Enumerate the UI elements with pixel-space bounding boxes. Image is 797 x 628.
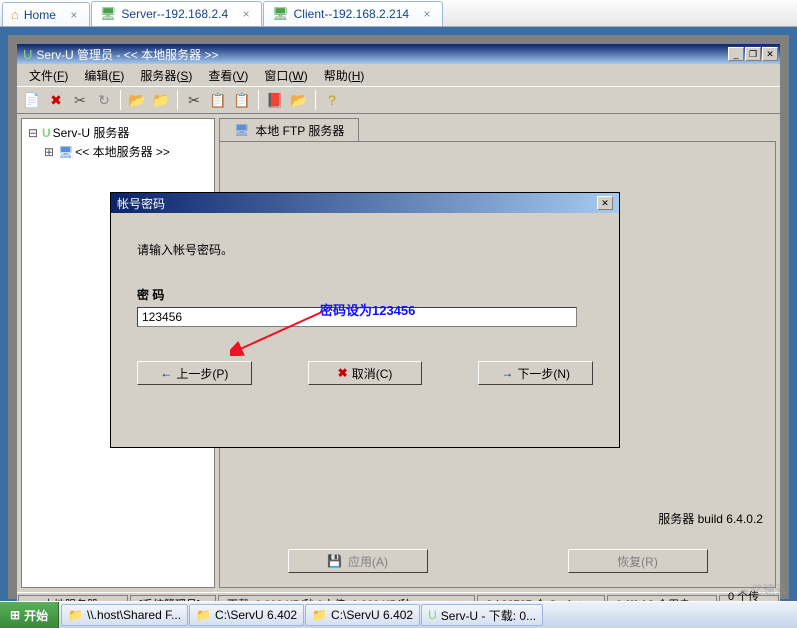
tab-label: Server--192.168.2.4 bbox=[121, 7, 228, 21]
collapse-icon[interactable]: ⊟ bbox=[26, 126, 40, 140]
monitor-icon: 🖥 bbox=[234, 123, 249, 137]
next-button[interactable]: → 下一步(N) bbox=[478, 361, 593, 385]
taskbar-item[interactable]: UServ-U - 下载: 0... bbox=[421, 604, 543, 626]
taskbar-item[interactable]: 📁C:\ServU 6.402 bbox=[305, 604, 420, 626]
tool-copy-icon[interactable]: 📋 bbox=[207, 89, 229, 111]
tree-child-label: << 本地服务器 >> bbox=[75, 143, 170, 160]
close-button[interactable]: ✕ bbox=[762, 47, 778, 61]
tool-delete-icon[interactable]: ✖ bbox=[45, 89, 67, 111]
dialog-titlebar: 帐号密码 ✕ bbox=[111, 193, 619, 213]
build-label: 服务器 build 6.4.0.2 bbox=[658, 510, 763, 527]
close-icon[interactable]: × bbox=[241, 7, 251, 21]
folder-icon: 📁 bbox=[312, 608, 327, 622]
arrow-left-icon: ← bbox=[160, 366, 172, 380]
monitor-icon: 🖥 bbox=[100, 6, 117, 22]
window-buttons: _ ❐ ✕ bbox=[728, 47, 778, 61]
taskbar-item[interactable]: 📁\\.host\Shared F... bbox=[61, 604, 188, 626]
menu-edit[interactable]: 编辑(E) bbox=[76, 65, 132, 86]
menu-bar: 文件(F) 编辑(E) 服务器(S) 查看(V) 窗口(W) 帮助(H) bbox=[17, 64, 780, 86]
prev-label: 上一步(P) bbox=[176, 365, 228, 382]
next-label: 下一步(N) bbox=[517, 365, 570, 382]
dialog-prompt: 请输入帐号密码。 bbox=[137, 241, 593, 258]
folder-icon: 📁 bbox=[68, 608, 83, 622]
separator bbox=[315, 90, 316, 110]
separator bbox=[258, 90, 259, 110]
separator bbox=[120, 90, 121, 110]
tool-folder-up-icon[interactable]: 📂 bbox=[126, 89, 148, 111]
u-icon: U bbox=[428, 608, 437, 622]
tool-refresh-icon[interactable]: ↻ bbox=[93, 89, 115, 111]
separator bbox=[177, 90, 178, 110]
content-buttons: 💾 应用(A) 恢复(R) bbox=[220, 549, 775, 573]
app-icon: U bbox=[23, 47, 32, 62]
close-icon[interactable]: × bbox=[422, 7, 432, 21]
x-icon: ✖ bbox=[338, 366, 348, 380]
taskbar-item[interactable]: 📁C:\ServU 6.402 bbox=[189, 604, 304, 626]
restore-button[interactable]: 恢复(R) bbox=[568, 549, 708, 573]
menu-file[interactable]: 文件(F) bbox=[21, 65, 76, 86]
menu-server[interactable]: 服务器(S) bbox=[132, 65, 200, 86]
right-tabs: 🖥 本地 FTP 服务器 bbox=[219, 118, 776, 142]
dialog-buttons: ← 上一步(P) ✖ 取消(C) → 下一步(N) bbox=[137, 361, 593, 385]
annotation-arrow bbox=[230, 310, 330, 356]
dialog-close-button[interactable]: ✕ bbox=[597, 196, 613, 210]
tab-ftp-label: 本地 FTP 服务器 bbox=[255, 122, 344, 139]
tree-child[interactable]: ⊞ 🖥 << 本地服务器 >> bbox=[26, 142, 210, 161]
expand-icon[interactable]: ⊞ bbox=[42, 145, 56, 159]
tool-scissors-icon[interactable]: ✂ bbox=[183, 89, 205, 111]
restore-label: 恢复(R) bbox=[617, 553, 658, 570]
tool-help-icon[interactable]: ? bbox=[321, 89, 343, 111]
password-dialog: 帐号密码 ✕ 请输入帐号密码。 密 码 ← 上一步(P) ✖ 取消(C) → 下… bbox=[110, 192, 620, 448]
taskbar-items: 📁\\.host\Shared F... 📁C:\ServU 6.402 📁C:… bbox=[59, 602, 797, 628]
monitor-icon: 🖥 bbox=[272, 6, 289, 22]
windows-icon: ⊞ bbox=[10, 608, 20, 622]
windows-taskbar: ⊞ 开始 📁\\.host\Shared F... 📁C:\ServU 6.40… bbox=[0, 601, 797, 628]
tab-home[interactable]: ⌂ Home × bbox=[2, 2, 90, 26]
tool-cut-icon[interactable]: ✂ bbox=[69, 89, 91, 111]
tool-new-icon[interactable]: 📄 bbox=[21, 89, 43, 111]
tool-folder-icon[interactable]: 📂 bbox=[288, 89, 310, 111]
apply-button[interactable]: 💾 应用(A) bbox=[288, 549, 428, 573]
window-title: Serv-U 管理员 - << 本地服务器 >> bbox=[36, 46, 728, 63]
maximize-button[interactable]: ❐ bbox=[745, 47, 761, 61]
menu-view[interactable]: 查看(V) bbox=[200, 65, 256, 86]
dialog-body: 请输入帐号密码。 密 码 ← 上一步(P) ✖ 取消(C) → 下一步(N) bbox=[111, 213, 619, 447]
disk-icon: 💾 bbox=[327, 554, 342, 568]
tab-ftp-server[interactable]: 🖥 本地 FTP 服务器 bbox=[219, 118, 359, 141]
tab-client[interactable]: 🖥 Client--192.168.2.214 × bbox=[263, 1, 443, 26]
app-tab-bar: ⌂ Home × 🖥 Server--192.168.2.4 × 🖥 Clien… bbox=[0, 0, 797, 27]
tab-label: Home bbox=[24, 8, 56, 22]
cancel-button[interactable]: ✖ 取消(C) bbox=[308, 361, 423, 385]
start-label: 开始 bbox=[24, 607, 48, 624]
u-icon: U bbox=[42, 126, 51, 140]
tree-root-label: Serv-U 服务器 bbox=[53, 124, 130, 141]
annotation-text: 密码设为123456 bbox=[320, 300, 415, 319]
prev-button[interactable]: ← 上一步(P) bbox=[137, 361, 252, 385]
tool-folder-new-icon[interactable]: 📁 bbox=[150, 89, 172, 111]
start-button[interactable]: ⊞ 开始 bbox=[0, 602, 59, 628]
apply-label: 应用(A) bbox=[348, 553, 388, 570]
toolbar: 📄 ✖ ✂ ↻ 📂 📁 ✂ 📋 📋 📕 📂 ? bbox=[17, 86, 780, 114]
watermark: ☁ 亿速云 bbox=[737, 581, 787, 598]
cloud-icon: ☁ bbox=[737, 583, 749, 597]
folder-icon: 📁 bbox=[196, 608, 211, 622]
monitor-icon: 🖥 bbox=[58, 145, 73, 159]
menu-window[interactable]: 窗口(W) bbox=[256, 65, 315, 86]
minimize-button[interactable]: _ bbox=[728, 47, 744, 61]
tool-paste-icon[interactable]: 📋 bbox=[231, 89, 253, 111]
tab-server[interactable]: 🖥 Server--192.168.2.4 × bbox=[91, 1, 262, 26]
close-icon[interactable]: × bbox=[69, 8, 79, 22]
tab-label: Client--192.168.2.214 bbox=[294, 7, 409, 21]
tree-root[interactable]: ⊟ U Serv-U 服务器 bbox=[26, 123, 210, 142]
arrow-right-icon: → bbox=[501, 366, 513, 380]
menu-help[interactable]: 帮助(H) bbox=[316, 65, 373, 86]
cancel-label: 取消(C) bbox=[352, 365, 393, 382]
window-titlebar: U Serv-U 管理员 - << 本地服务器 >> _ ❐ ✕ bbox=[17, 44, 780, 64]
tool-book-icon[interactable]: 📕 bbox=[264, 89, 286, 111]
home-icon: ⌂ bbox=[11, 7, 19, 22]
dialog-title: 帐号密码 bbox=[117, 195, 597, 212]
